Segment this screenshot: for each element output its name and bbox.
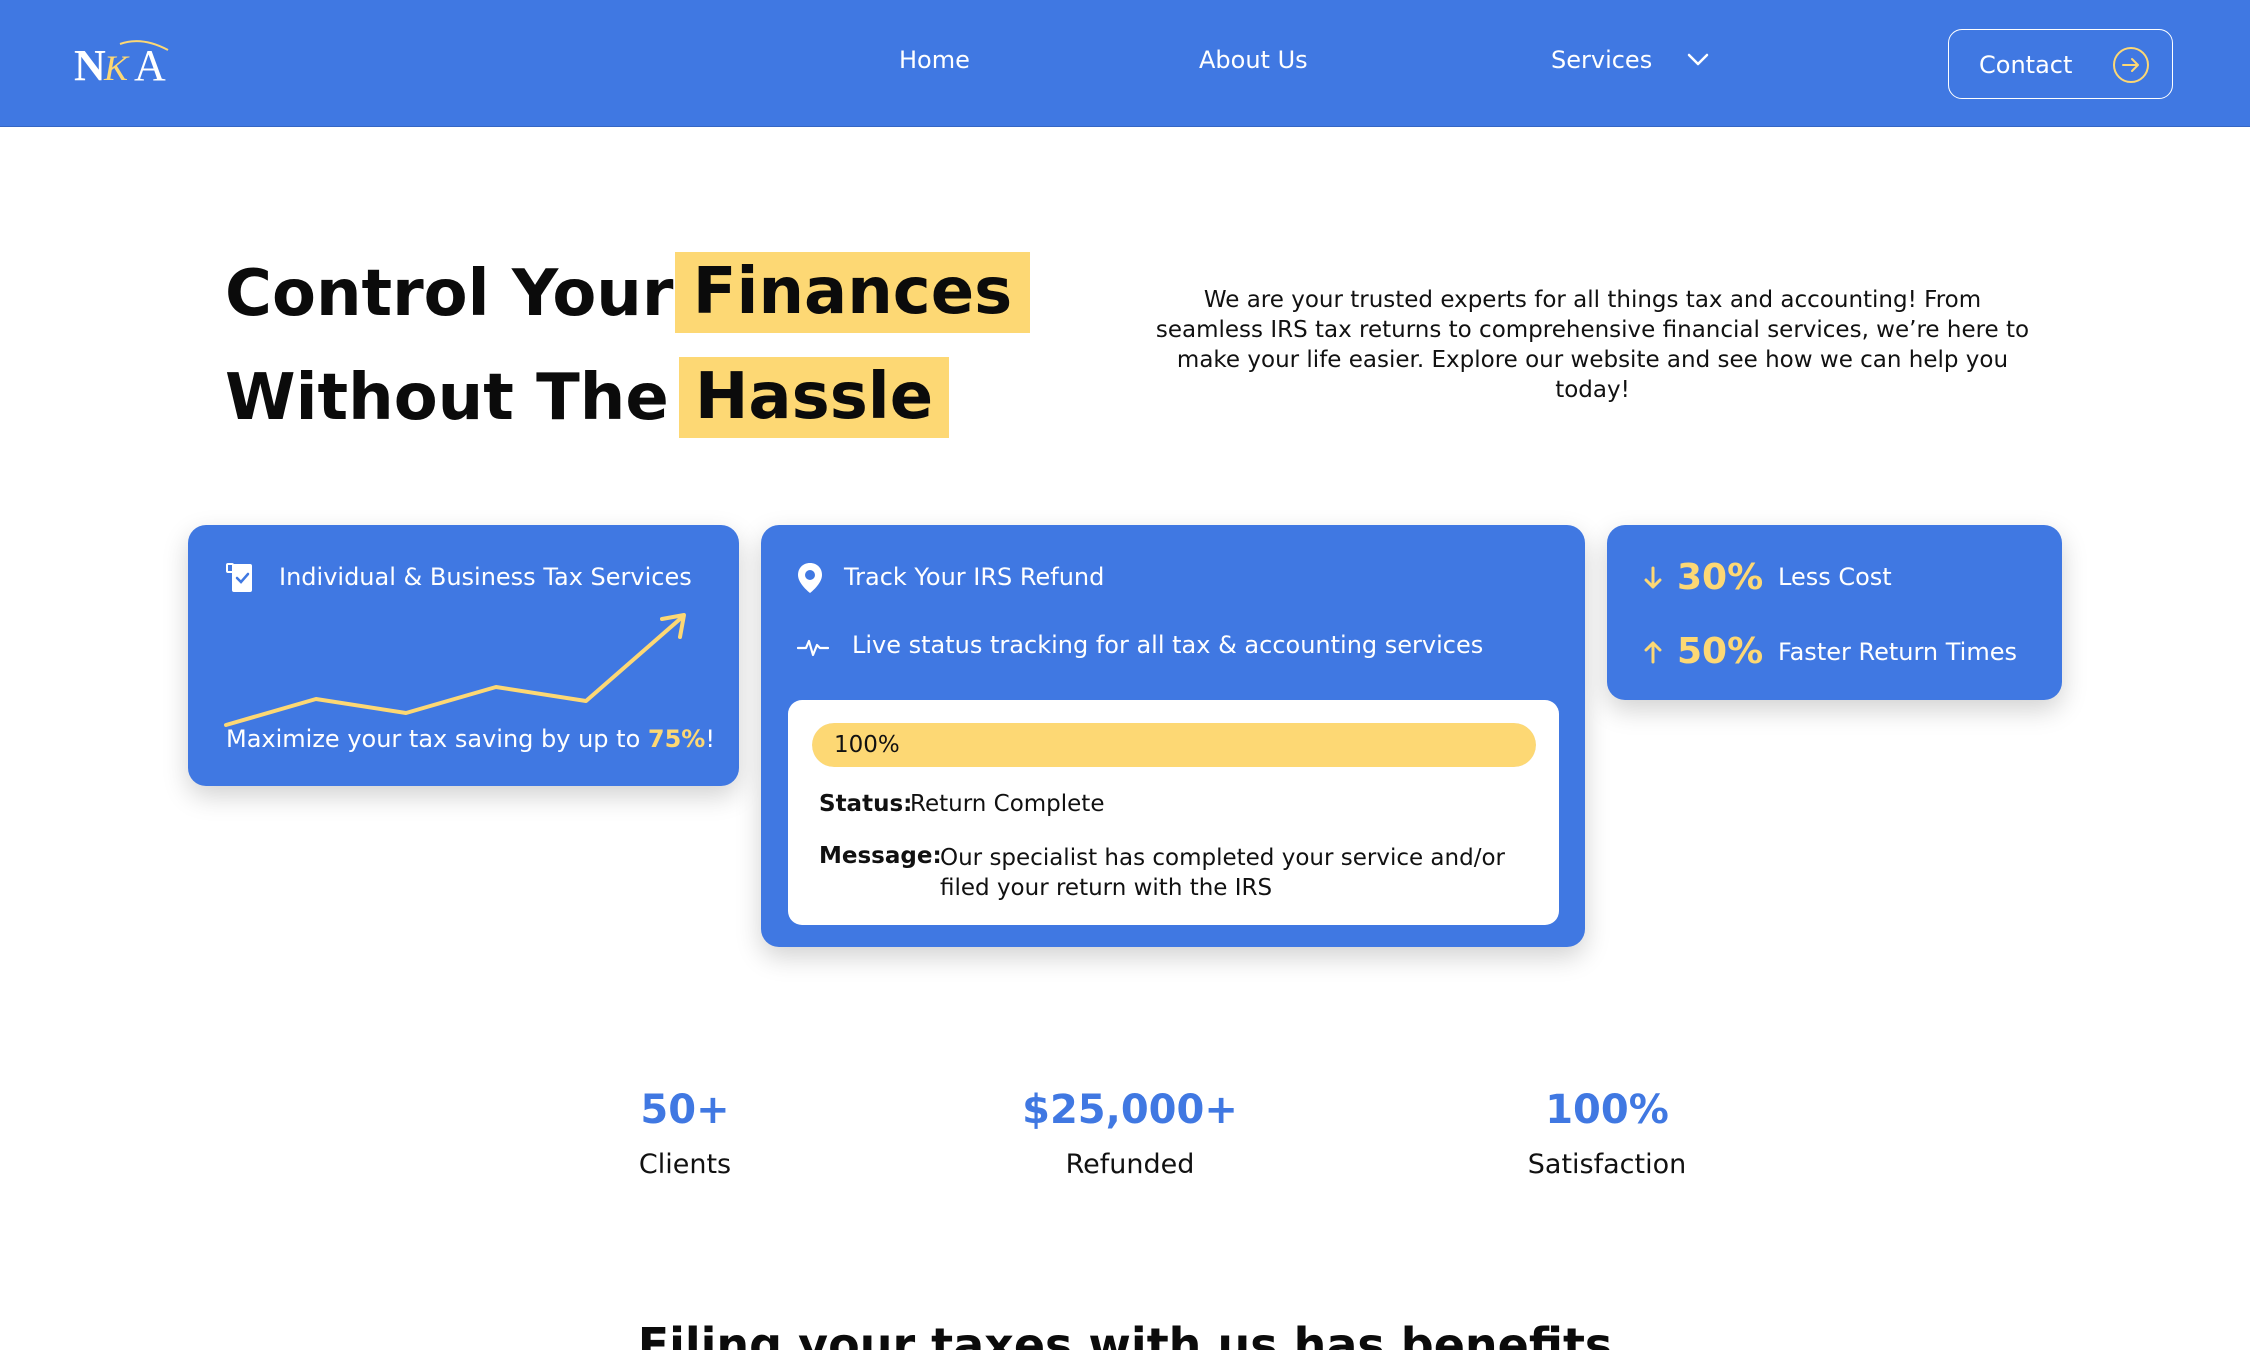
refunded-metric-label: Refunded xyxy=(1065,1149,1195,1180)
refund-progress-bar: 100% xyxy=(812,723,1536,767)
chevron-down-icon[interactable] xyxy=(1687,53,1709,67)
benefits-heading: Filing your taxes with us has benefits xyxy=(637,1318,1613,1350)
tax-saving-prefix: Maximize your tax saving by up to xyxy=(226,725,648,753)
nav-home-link[interactable]: Home xyxy=(899,46,970,74)
nav-about-link[interactable]: About Us xyxy=(1199,46,1308,74)
arrow-up-icon xyxy=(1644,641,1662,664)
clients-metric-value: 50+ xyxy=(640,1087,730,1133)
refund-progress-fill xyxy=(812,723,1536,767)
contact-button-label: Contact xyxy=(1979,51,2073,79)
faster-return-label: Faster Return Times xyxy=(1778,638,2017,666)
refunded-metric-value: $25,000+ xyxy=(1022,1087,1238,1133)
status-label: Status: xyxy=(819,791,913,817)
track-refund-title: Track Your IRS Refund xyxy=(844,563,1105,591)
trend-chart-icon xyxy=(224,613,686,727)
nka-logo[interactable]: N K A xyxy=(72,34,190,92)
less-cost-label: Less Cost xyxy=(1778,563,1892,591)
navbar: N K A Home About Us Services Contact xyxy=(0,0,2250,127)
satisfaction-metric-value: 100% xyxy=(1545,1087,1669,1133)
receipt-icon xyxy=(226,563,252,592)
track-refund-subtitle: Live status tracking for all tax & accou… xyxy=(852,631,1484,659)
hero-description: We are your trusted experts for all thin… xyxy=(1155,287,2030,403)
tax-services-title: Individual & Business Tax Services xyxy=(279,563,692,591)
location-pin-icon xyxy=(798,563,822,593)
track-refund-card: Track Your IRS Refund Live status tracki… xyxy=(761,525,1585,947)
less-cost-percent: 30% xyxy=(1677,557,1764,598)
tax-saving-text: Maximize your tax saving by up to 75%! xyxy=(226,725,715,753)
tax-saving-percent: 75% xyxy=(647,725,706,753)
arrow-down-icon xyxy=(1644,566,1662,589)
faster-return-percent: 50% xyxy=(1677,631,1764,672)
svg-text:N: N xyxy=(74,41,106,90)
hero-highlight-hassle: Hassle xyxy=(679,357,949,438)
contact-button[interactable]: Contact xyxy=(1948,29,2173,99)
hero-heading-line-2: Without The xyxy=(225,361,669,435)
tax-services-card: Individual & Business Tax Services Maxim… xyxy=(188,525,739,786)
message-label: Message: xyxy=(819,843,942,869)
satisfaction-metric-label: Satisfaction xyxy=(1527,1149,1687,1180)
svg-text:A: A xyxy=(134,41,166,90)
savings-stats-card: 30% Less Cost 50% Faster Return Times xyxy=(1607,525,2062,700)
arrow-right-circle-icon xyxy=(2113,47,2149,83)
pulse-icon xyxy=(797,639,829,657)
nav-services-link[interactable]: Services xyxy=(1551,46,1652,74)
status-value: Return Complete xyxy=(910,791,1105,817)
hero-heading-line-1: Control Your xyxy=(225,257,674,331)
clients-metric-label: Clients xyxy=(638,1149,732,1180)
svg-text:K: K xyxy=(103,48,130,88)
tax-saving-suffix: ! xyxy=(705,725,715,753)
message-value: Our specialist has completed your servic… xyxy=(940,845,1505,901)
refund-status-panel: 100% Status: Return Complete Message: Ou… xyxy=(788,700,1559,925)
refund-progress-label: 100% xyxy=(834,732,900,758)
hero-highlight-finances: Finances xyxy=(675,252,1030,333)
